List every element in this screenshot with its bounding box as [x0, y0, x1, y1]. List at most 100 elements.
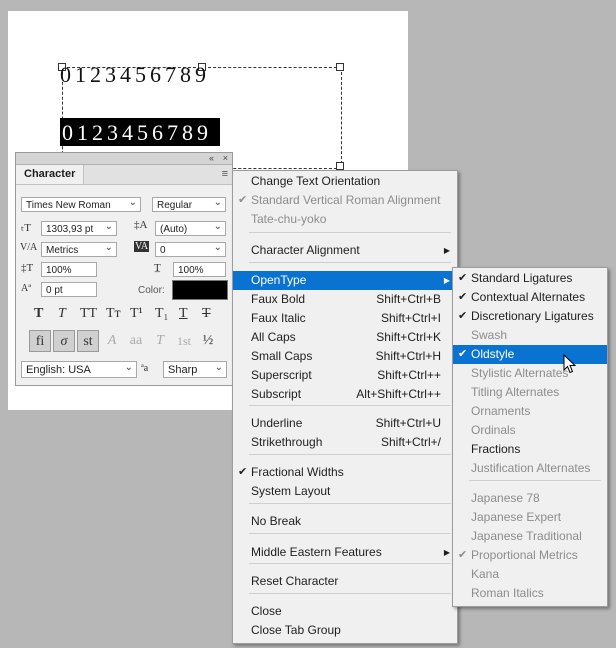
text-color-swatch[interactable]	[172, 280, 228, 300]
panel-tab-row: Character ≡	[16, 165, 232, 185]
underline-button[interactable]: T	[179, 306, 188, 322]
panel-title-strip[interactable]: « ×	[16, 153, 232, 165]
kerning-select[interactable]: Metrics	[41, 240, 117, 257]
submenu-arrow-icon: ▶	[443, 276, 450, 285]
opentype-item-ordinals: Ordinals	[453, 421, 607, 440]
strikethrough-button[interactable]: T	[202, 306, 211, 322]
submenu-arrow-icon: ▶	[443, 246, 450, 255]
menu-item-character-alignment[interactable]: Character Alignment ▶	[233, 241, 457, 260]
baseline-shift-field[interactable]: 0 pt	[41, 282, 97, 297]
menu-item-shortcut: Alt+Shift+Ctrl++	[356, 387, 441, 401]
faux-bold-button[interactable]: T	[34, 306, 43, 322]
standard-ligatures-button[interactable]: fi	[29, 330, 51, 352]
ordinals-button[interactable]: 1st	[173, 330, 195, 352]
small-caps-button[interactable]: Tт	[106, 306, 121, 322]
menu-item-subscript[interactable]: Subscript Alt+Shift+Ctrl++	[233, 385, 457, 404]
selected-text-digits[interactable]: 0123456789	[60, 118, 220, 146]
menu-separator	[249, 232, 451, 233]
anti-aliasing-icon: ªa	[141, 363, 149, 374]
menu-separator	[249, 503, 451, 504]
menu-item-fractional-widths[interactable]: ✔ Fractional Widths	[233, 463, 457, 482]
superscript-button[interactable]: T¹	[130, 306, 143, 322]
checkmark-icon: ✔	[238, 466, 248, 478]
opentype-item-oldstyle[interactable]: ✔ Oldstyle	[453, 345, 607, 364]
transform-handle-right-middle[interactable]	[336, 162, 344, 170]
menu-item-close-tab-group[interactable]: Close Tab Group	[233, 621, 457, 640]
menu-item-shortcut: Shift+Ctrl+I	[380, 311, 441, 325]
opentype-item-fractions[interactable]: Fractions	[453, 440, 607, 459]
close-icon[interactable]: ×	[223, 153, 228, 164]
menu-item-no-break[interactable]: No Break	[233, 512, 457, 531]
horizontal-scale-icon: T̲	[154, 262, 161, 274]
menu-item-label: Roman Italics	[471, 586, 544, 600]
menu-item-label: No Break	[251, 514, 302, 528]
transform-handle-top-right[interactable]	[336, 63, 344, 71]
opentype-item-discretionary-ligatures[interactable]: ✔ Discretionary Ligatures	[453, 307, 607, 326]
opentype-item-japanese-78: Japanese 78	[453, 489, 607, 508]
menu-item-middle-eastern-features[interactable]: Middle Eastern Features ▶	[233, 543, 457, 562]
menu-item-shortcut: Shift+Ctrl+U	[375, 416, 441, 430]
menu-item-label: Faux Bold	[251, 292, 306, 306]
text-layer-digits[interactable]: 0123456789	[60, 62, 210, 88]
menu-item-superscript[interactable]: Superscript Shift+Ctrl++	[233, 366, 457, 385]
titling-alternates-button[interactable]: T	[149, 330, 171, 352]
contextual-alternates-button[interactable]: σ	[53, 330, 75, 352]
menu-item-label: Ordinals	[471, 423, 516, 437]
menu-item-label: Standard Vertical Roman Alignment	[251, 193, 441, 207]
faux-italic-button[interactable]: T	[58, 306, 66, 322]
menu-item-change-text-orientation[interactable]: Change Text Orientation	[233, 172, 457, 191]
menu-separator	[249, 533, 451, 534]
menu-item-system-layout[interactable]: System Layout	[233, 482, 457, 501]
anti-aliasing-select[interactable]: Sharp	[163, 359, 227, 378]
menu-item-small-caps[interactable]: Small Caps Shift+Ctrl+H	[233, 347, 457, 366]
horizontal-scale-field[interactable]: 100%	[173, 262, 226, 277]
menu-item-faux-italic[interactable]: Faux Italic Shift+Ctrl+I	[233, 309, 457, 328]
kerning-icon: V/A	[20, 242, 38, 253]
language-select[interactable]: English: USA	[21, 359, 137, 378]
tracking-field[interactable]: 0	[155, 240, 226, 257]
all-caps-button[interactable]: TT	[80, 306, 97, 322]
tab-character[interactable]: Character	[16, 165, 85, 184]
menu-separator	[249, 563, 451, 564]
menu-separator	[469, 480, 601, 481]
menu-separator	[249, 593, 451, 594]
menu-item-label: Character Alignment	[251, 243, 360, 257]
menu-item-label: Justification Alternates	[471, 461, 591, 475]
menu-item-faux-bold[interactable]: Faux Bold Shift+Ctrl+B	[233, 290, 457, 309]
menu-item-underline[interactable]: Underline Shift+Ctrl+U	[233, 414, 457, 433]
menu-item-label: Standard Ligatures	[471, 271, 573, 285]
fractions-button[interactable]: ½	[197, 330, 219, 352]
stylistic-alternates-button[interactable]: aa	[125, 330, 147, 352]
menu-item-close[interactable]: Close	[233, 602, 457, 621]
menu-item-label: Discretionary Ligatures	[471, 309, 594, 323]
subscript-button[interactable]: T₁	[155, 306, 168, 322]
opentype-item-japanese-traditional: Japanese Traditional	[453, 527, 607, 546]
font-size-field[interactable]: 1303,93 pt	[41, 219, 117, 236]
menu-item-reset-character[interactable]: Reset Character	[233, 572, 457, 591]
menu-item-all-caps[interactable]: All Caps Shift+Ctrl+K	[233, 328, 457, 347]
font-family-select[interactable]: Times New Roman	[21, 195, 141, 212]
menu-item-label: Japanese Traditional	[471, 529, 582, 543]
menu-item-label: Faux Italic	[251, 311, 306, 325]
menu-item-strikethrough[interactable]: Strikethrough Shift+Ctrl+/	[233, 433, 457, 452]
menu-item-shortcut: Shift+Ctrl+K	[376, 330, 441, 344]
menu-item-shortcut: Shift+Ctrl+/	[380, 435, 441, 449]
menu-item-label: Oldstyle	[471, 347, 515, 361]
menu-item-label: Superscript	[251, 368, 312, 382]
vertical-scale-field[interactable]: 100%	[41, 262, 97, 277]
leading-field[interactable]: (Auto)	[155, 219, 226, 236]
opentype-item-standard-ligatures[interactable]: ✔ Standard Ligatures	[453, 269, 607, 288]
discretionary-ligatures-button[interactable]: st	[77, 330, 99, 352]
menu-item-label: Reset Character	[251, 574, 339, 588]
opentype-item-roman-italics: Roman Italics	[453, 584, 607, 603]
menu-item-label: Close Tab Group	[251, 623, 341, 637]
menu-item-opentype[interactable]: OpenType ▶	[233, 271, 457, 290]
swash-button[interactable]: A	[101, 330, 123, 352]
menu-item-label: Ornaments	[471, 404, 531, 418]
checkmark-icon: ✔	[458, 310, 468, 322]
font-style-select[interactable]: Regular	[152, 195, 226, 212]
panel-menu-icon[interactable]: ≡	[222, 168, 228, 180]
collapse-icon[interactable]: «	[209, 153, 214, 164]
opentype-item-titling-alternates: Titling Alternates	[453, 383, 607, 402]
opentype-item-contextual-alternates[interactable]: ✔ Contextual Alternates	[453, 288, 607, 307]
